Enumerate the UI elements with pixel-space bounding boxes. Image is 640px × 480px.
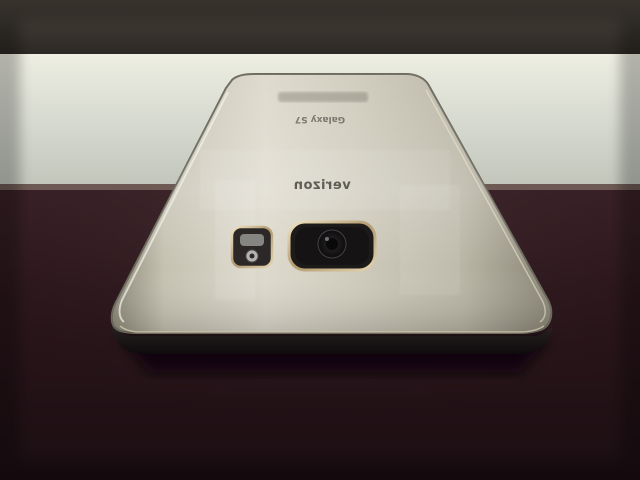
top-logo-smudge bbox=[278, 92, 368, 102]
carrier-logo-text: verizon bbox=[293, 178, 350, 193]
photo-scene: Galaxy S7 verizon bbox=[0, 0, 640, 480]
photo-canvas: Galaxy S7 verizon bbox=[0, 0, 640, 480]
reflection-streak bbox=[400, 185, 460, 295]
model-text: Galaxy S7 bbox=[295, 114, 345, 124]
model-text-group: Galaxy S7 bbox=[295, 114, 345, 124]
flash-module bbox=[230, 225, 274, 269]
carrier-logo-group: verizon bbox=[293, 178, 350, 193]
camera-module bbox=[287, 220, 377, 272]
